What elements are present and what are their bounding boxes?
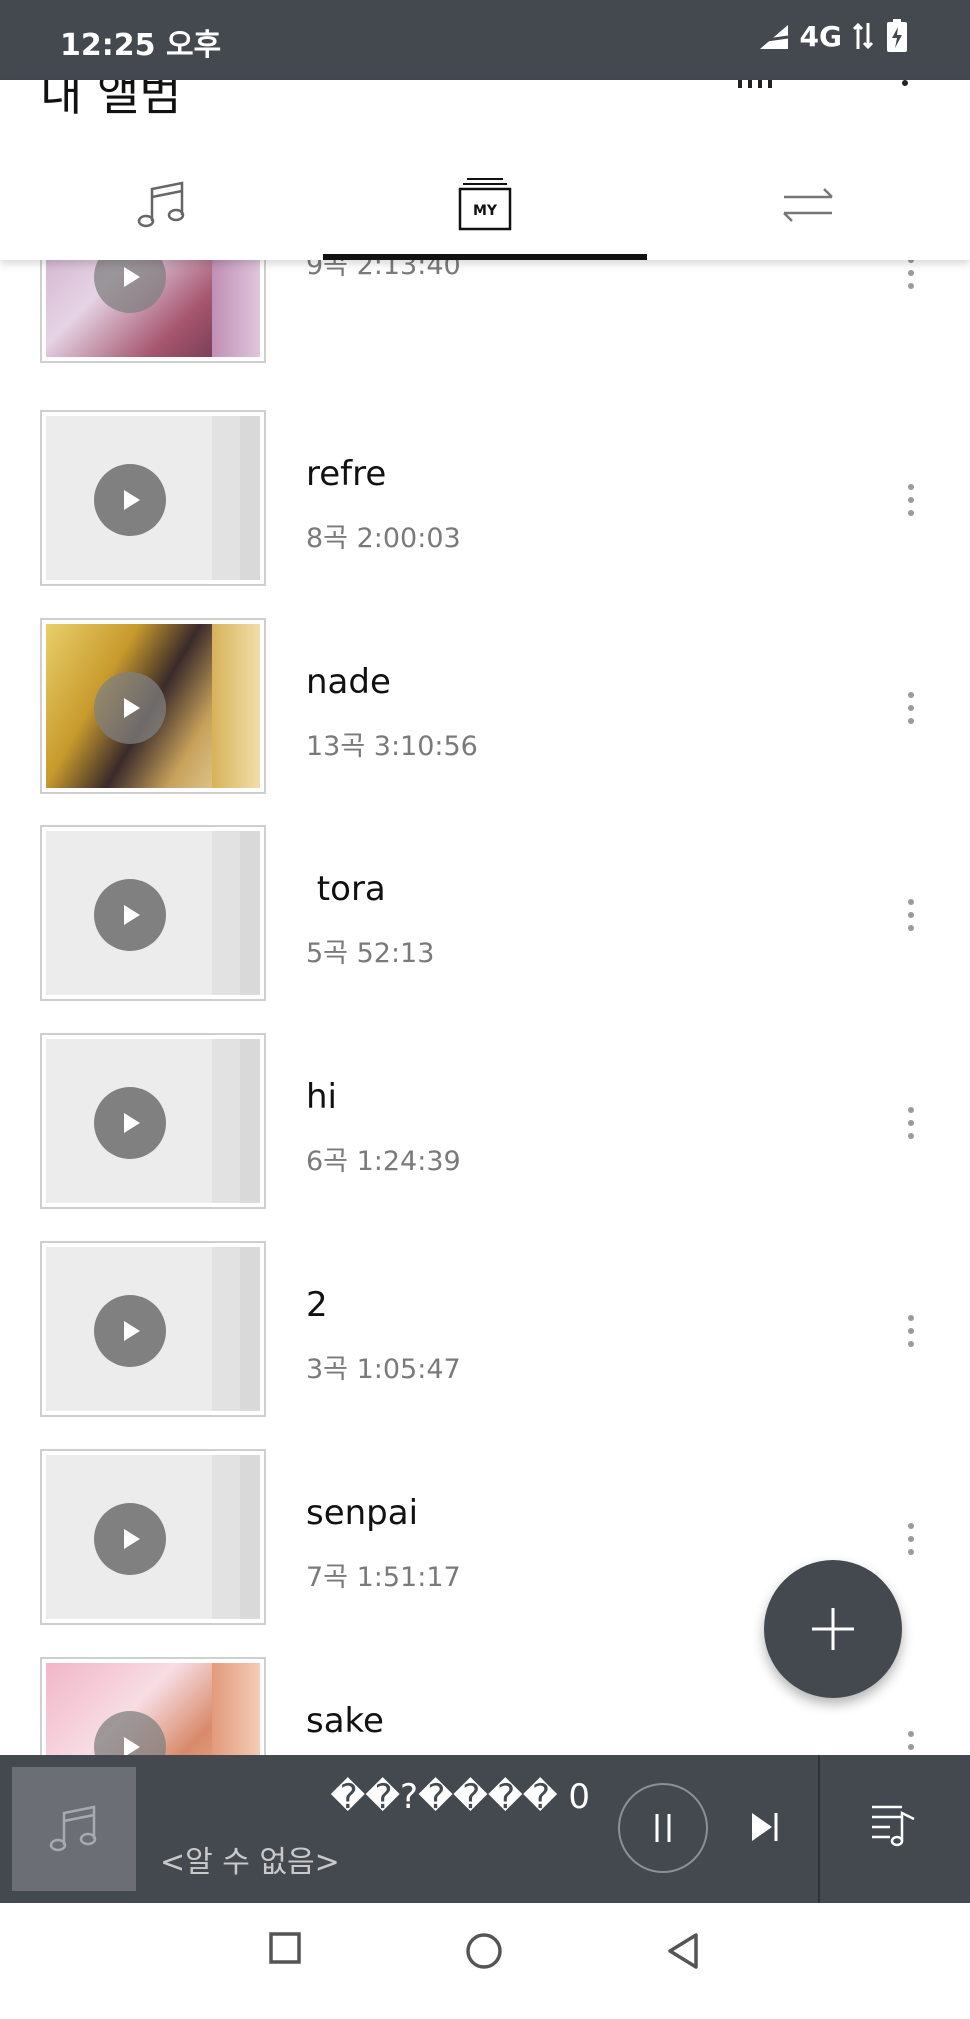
status-time: 12:25 오후 (60, 28, 222, 63)
next-track-button[interactable] (748, 1807, 782, 1851)
album-item[interactable]: refre 8곡 2:00:03 (0, 410, 970, 617)
page-title: 내 앨범 (40, 80, 182, 121)
status-icons: 4G (758, 18, 910, 54)
play-icon[interactable] (94, 1087, 166, 1159)
album-meta: 6곡 1:24:39 (306, 1146, 461, 1177)
network-label: 4G (799, 19, 842, 53)
now-playing-title: ��?���� 0 (330, 1777, 590, 1817)
play-icon[interactable] (94, 1295, 166, 1367)
album-title: nade (306, 662, 391, 702)
album-meta: 7곡 1:51:17 (306, 1562, 461, 1593)
album-meta: 3곡 1:05:47 (306, 1354, 461, 1385)
album-title: sake (306, 1701, 384, 1741)
playlist-queue-button[interactable] (870, 1799, 918, 1851)
circle-icon (466, 1933, 502, 1969)
album-thumbnail[interactable] (40, 260, 266, 363)
battery-charging-icon (887, 19, 907, 52)
tab-my-albums[interactable]: MY (323, 150, 647, 260)
album-item[interactable]: saqu 9곡 2:13:40 (0, 260, 970, 394)
album-more-icon[interactable] (906, 260, 916, 289)
mini-player[interactable]: ��?���� 0 <알 수 없음> (0, 1755, 970, 1903)
pause-button[interactable] (618, 1783, 708, 1873)
album-meta: 8곡 2:00:03 (306, 523, 461, 554)
player-divider (818, 1755, 820, 1903)
album-item[interactable]: tora 5곡 52:13 (0, 825, 970, 1032)
album-more-icon[interactable] (906, 899, 916, 931)
plus-icon (812, 1608, 854, 1650)
pause-icon (655, 1814, 671, 1842)
album-title: 2 (306, 1285, 328, 1325)
square-icon (269, 1932, 301, 1964)
my-tab-label: MY (473, 203, 498, 219)
album-title: tora (306, 869, 386, 909)
album-thumbnail[interactable] (40, 1449, 266, 1625)
play-icon[interactable] (94, 1503, 166, 1575)
home-button[interactable] (464, 1931, 504, 1975)
album-header: 내 앨범 MY (0, 80, 970, 260)
album-more-icon[interactable] (906, 1523, 916, 1555)
music-note-icon (49, 1805, 97, 1852)
tab-bar: MY (0, 150, 970, 260)
album-meta: 5곡 52:13 (306, 938, 435, 969)
album-more-icon[interactable] (906, 484, 916, 516)
back-triangle-icon (668, 1933, 698, 1969)
album-thumbnail[interactable] (40, 1033, 266, 1209)
now-playing-art[interactable] (12, 1767, 136, 1891)
album-item[interactable]: nade 13곡 3:10:56 (0, 618, 970, 825)
album-thumbnail[interactable] (40, 618, 266, 794)
tab-sort[interactable] (647, 150, 970, 260)
status-bar: 12:25 오후 4G (0, 0, 970, 80)
album-item[interactable]: 2 3곡 1:05:47 (0, 1241, 970, 1448)
album-more-icon[interactable] (906, 1315, 916, 1347)
album-meta: 13곡 3:10:56 (306, 731, 478, 762)
recent-apps-button[interactable] (268, 1931, 302, 1969)
album-item[interactable]: hi 6곡 1:24:39 (0, 1033, 970, 1240)
album-thumbnail[interactable] (40, 410, 266, 586)
play-icon[interactable] (94, 464, 166, 536)
album-title: senpai (306, 1493, 419, 1533)
album-title: refre (306, 454, 387, 494)
sort-order-icon[interactable] (738, 80, 780, 88)
music-note-icon (137, 181, 184, 228)
album-meta: 9곡 2:13:40 (306, 260, 461, 281)
album-thumbnail[interactable] (40, 825, 266, 1001)
album-list: saqu 9곡 2:13:40 refre 8곡 2:00:03 nade 13… (0, 260, 970, 1755)
album-more-icon[interactable] (906, 1107, 916, 1139)
skip-next-icon (752, 1813, 778, 1841)
album-thumbnail[interactable] (40, 1657, 266, 1755)
navigation-bar (0, 1903, 970, 2019)
data-transfer-icon (852, 22, 874, 50)
swap-arrows-icon (783, 188, 834, 222)
album-title: hi (306, 1077, 337, 1117)
album-more-icon[interactable] (906, 692, 916, 724)
album-more-icon[interactable] (906, 1731, 916, 1755)
tab-songs[interactable] (0, 150, 323, 260)
play-icon[interactable] (94, 879, 166, 951)
my-album-icon: MY (458, 178, 512, 231)
play-icon[interactable] (94, 672, 166, 744)
now-playing-artist: <알 수 없음> (160, 1845, 340, 1880)
signal-icon (759, 25, 788, 49)
more-options-icon[interactable] (902, 80, 908, 86)
album-thumbnail[interactable] (40, 1241, 266, 1417)
queue-music-icon (872, 1805, 915, 1847)
add-album-button[interactable] (764, 1560, 902, 1698)
back-button[interactable] (666, 1931, 700, 1975)
